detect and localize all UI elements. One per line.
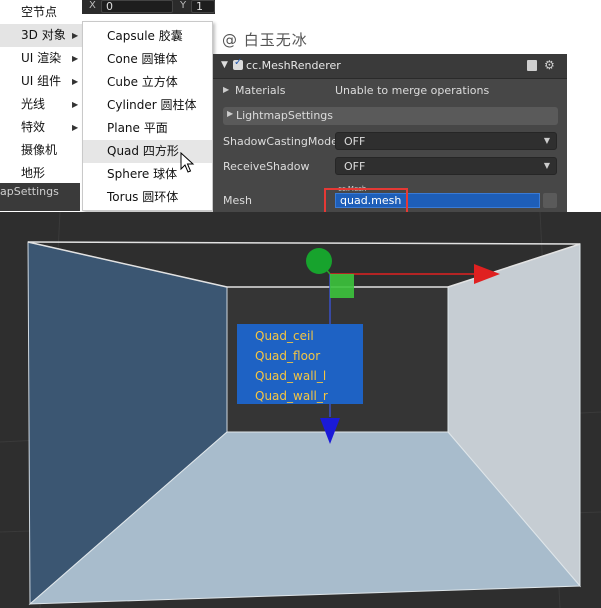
mouse-cursor-icon	[180, 152, 195, 173]
submenu-item-label: Torus 圆环体	[107, 190, 179, 204]
menu-item-terrain[interactable]: 地形	[0, 162, 82, 185]
selected-objects-list: Quad_ceil Quad_floor Quad_wall_l Quad_wa…	[237, 324, 363, 404]
gizmo-y-handle-icon[interactable]	[306, 248, 332, 274]
ceiling-edge-front	[27, 241, 581, 245]
materials-value: Unable to merge operations	[335, 84, 490, 97]
background-panel: apSettings	[0, 183, 80, 211]
receive-shadow-value: OFF	[344, 160, 366, 173]
menu-item-light[interactable]: 光线 ▶	[0, 93, 82, 116]
menu-item-label: UI 组件	[21, 74, 62, 88]
watermark: @ 白玉无冰	[222, 31, 308, 49]
background-panel-text: apSettings	[0, 185, 59, 198]
component-enabled-checkbox[interactable]	[233, 57, 243, 70]
help-book-icon[interactable]	[527, 60, 537, 71]
menu-item-label: UI 渲染	[21, 51, 62, 65]
submenu-item-plane[interactable]: Plane 平面	[83, 117, 212, 140]
component-title: cc.MeshRenderer	[246, 59, 341, 72]
menu-item-label: 光线	[21, 97, 46, 111]
materials-row[interactable]: ▶ Materials Unable to merge operations	[213, 81, 567, 103]
gizmo-plane-handle[interactable]	[330, 274, 354, 298]
x-input[interactable]: 0	[101, 0, 173, 13]
expand-caret-icon[interactable]: ▶	[223, 85, 229, 94]
submenu-item-cube[interactable]: Cube 立方体	[83, 71, 212, 94]
menu-item-ui-render[interactable]: UI 渲染 ▶	[0, 47, 82, 70]
3d-object-submenu: Capsule 胶囊 Cone 圆锥体 Cube 立方体 Cylinder 圆柱…	[82, 21, 213, 211]
lightmap-settings-foldout[interactable]: ▶ LightmapSettings	[223, 107, 558, 125]
submenu-item-label: Quad 四方形	[107, 144, 179, 158]
dropdown-arrow-icon: ▼	[543, 161, 550, 170]
submenu-item-label: Capsule 胶囊	[107, 29, 183, 43]
submenu-item-label: Cone 圆锥体	[107, 52, 178, 66]
submenu-item-label: Sphere 球体	[107, 167, 178, 181]
menu-item-label: 摄像机	[21, 143, 58, 157]
asset-picker-icon[interactable]	[543, 193, 557, 208]
materials-label: Materials	[235, 84, 286, 97]
shadow-casting-select[interactable]: OFF ▼	[335, 132, 557, 150]
submenu-arrow-icon: ▶	[72, 77, 79, 86]
y-input[interactable]: 1	[191, 0, 215, 13]
submenu-item-label: Plane 平面	[107, 121, 168, 135]
submenu-arrow-icon: ▶	[72, 54, 79, 63]
submenu-item-cylinder[interactable]: Cylinder 圆柱体	[83, 94, 212, 117]
y-label: Y	[180, 0, 187, 11]
menu-item-label: 空节点	[21, 5, 58, 19]
object-label-quad-wall-r[interactable]: Quad_wall_r	[255, 389, 328, 403]
submenu-item-torus[interactable]: Torus 圆环体	[83, 186, 212, 209]
object-label-quad-ceil[interactable]: Quad_ceil	[255, 329, 314, 343]
submenu-arrow-icon: ▶	[72, 123, 79, 132]
menu-item-ui-component[interactable]: UI 组件 ▶	[0, 70, 82, 93]
scene-viewport[interactable]	[0, 212, 601, 608]
submenu-arrow-icon: ▶	[72, 31, 79, 40]
create-context-menu: 空节点 3D 对象 ▶ UI 渲染 ▶ UI 组件 ▶ 光线 ▶ 特效 ▶ 摄像…	[0, 0, 82, 183]
submenu-item-label: Cube 立方体	[107, 75, 178, 89]
gear-icon[interactable]: ⚙	[544, 58, 555, 72]
scene-canvas	[0, 212, 601, 608]
submenu-item-label: Cylinder 圆柱体	[107, 98, 197, 112]
annotation-highlight-box	[324, 188, 408, 214]
menu-item-empty-node[interactable]: 空节点	[0, 1, 82, 24]
object-label-quad-floor[interactable]: Quad_floor	[255, 349, 320, 363]
menu-item-effects[interactable]: 特效 ▶	[0, 116, 82, 139]
receive-shadow-select[interactable]: OFF ▼	[335, 157, 557, 175]
inspector-mesh-renderer: ▼ cc.MeshRenderer ⚙ ▶ Materials Unable t…	[213, 54, 567, 214]
submenu-item-cone[interactable]: Cone 圆锥体	[83, 48, 212, 71]
lightmap-settings-label: LightmapSettings	[236, 109, 334, 122]
submenu-item-capsule[interactable]: Capsule 胶囊	[83, 25, 212, 48]
shadow-casting-label: ShadowCastingMode	[223, 135, 338, 148]
shadow-casting-value: OFF	[344, 135, 366, 148]
menu-item-camera[interactable]: 摄像机	[0, 139, 82, 162]
mesh-label: Mesh	[223, 194, 252, 207]
menu-item-label: 3D 对象	[21, 28, 66, 42]
dropdown-arrow-icon: ▼	[543, 136, 550, 145]
object-label-quad-wall-l[interactable]: Quad_wall_l	[255, 369, 326, 383]
submenu-arrow-icon: ▶	[72, 100, 79, 109]
menu-item-label: 特效	[21, 120, 46, 134]
component-header[interactable]: ▼ cc.MeshRenderer ⚙	[213, 54, 567, 79]
menu-item-3d-object[interactable]: 3D 对象 ▶	[0, 24, 82, 47]
collapse-caret-icon[interactable]: ▼	[221, 60, 228, 70]
expand-caret-icon[interactable]: ▶	[227, 109, 233, 118]
receive-shadow-label: ReceiveShadow	[223, 160, 310, 173]
menu-item-label: 地形	[21, 166, 46, 180]
x-label: X	[89, 0, 96, 11]
